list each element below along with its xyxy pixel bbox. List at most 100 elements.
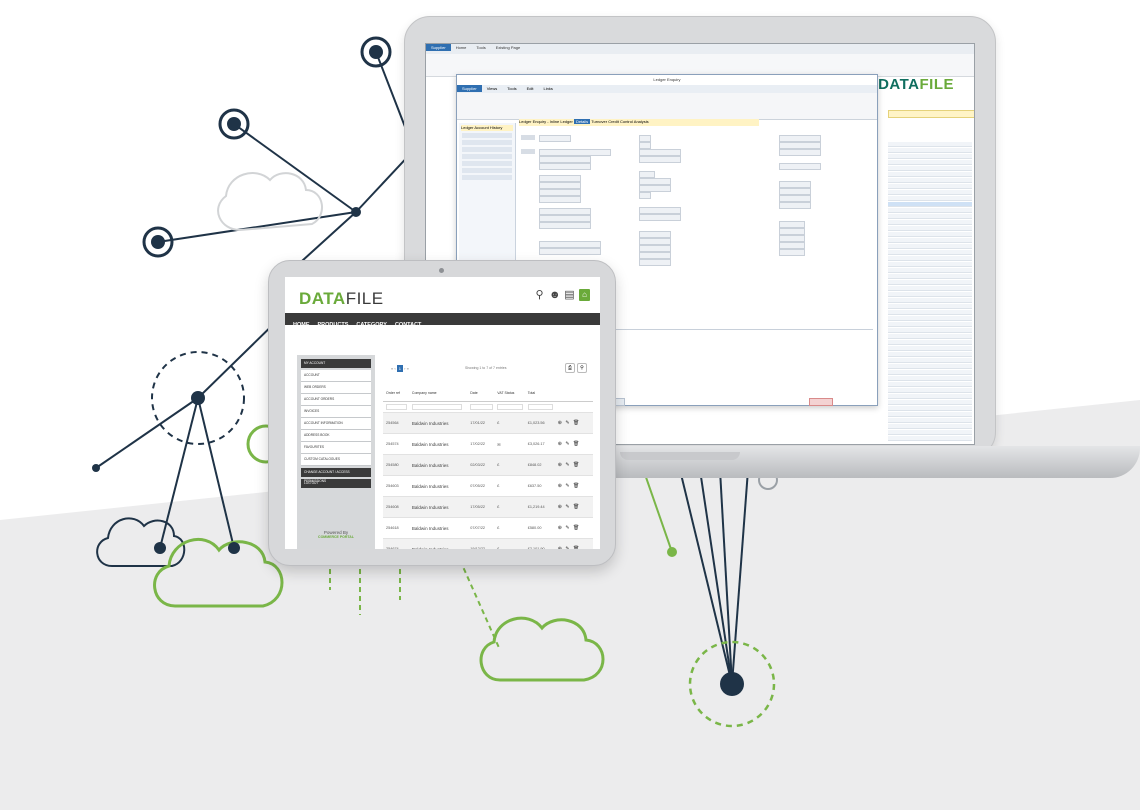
list-item[interactable] bbox=[888, 292, 972, 297]
history-item[interactable] bbox=[462, 147, 512, 152]
nav-home[interactable]: HOME bbox=[285, 319, 310, 331]
list-item[interactable] bbox=[888, 244, 972, 249]
list-item[interactable] bbox=[888, 424, 972, 429]
credit-terms-field[interactable] bbox=[639, 171, 655, 178]
sidebar-item-account-information[interactable]: ACCOUNT INFORMATION bbox=[301, 418, 371, 430]
nav-products[interactable]: PRODUCTS bbox=[310, 319, 349, 331]
list-item[interactable] bbox=[888, 328, 972, 333]
list-item[interactable] bbox=[888, 298, 972, 303]
menu-tab-tools[interactable]: Tools bbox=[471, 44, 490, 51]
list-item[interactable] bbox=[888, 256, 972, 261]
row-actions[interactable]: ⊕ ✎ 🗑 bbox=[554, 538, 593, 549]
address-field[interactable] bbox=[539, 163, 591, 170]
list-item[interactable] bbox=[888, 352, 972, 357]
list-item[interactable] bbox=[888, 406, 972, 411]
sidebar-item-log-out[interactable]: LOG OUT bbox=[301, 479, 371, 488]
last-payment-field[interactable] bbox=[639, 245, 671, 252]
list-item[interactable] bbox=[888, 232, 972, 237]
nav-contact[interactable]: CONTACT bbox=[387, 319, 421, 331]
list-item[interactable] bbox=[888, 142, 972, 147]
list-item[interactable] bbox=[888, 412, 972, 417]
sidebar-item-account[interactable]: ACCOUNT bbox=[301, 370, 371, 382]
orders-field[interactable] bbox=[779, 135, 821, 142]
last-order-time-field[interactable] bbox=[779, 202, 811, 209]
last-statement-field[interactable] bbox=[639, 259, 671, 266]
list-item[interactable] bbox=[888, 358, 972, 363]
list-item[interactable] bbox=[888, 220, 972, 225]
print-icon[interactable]: ⎙ bbox=[565, 363, 575, 373]
history-item[interactable] bbox=[462, 168, 512, 173]
address-field[interactable] bbox=[539, 156, 591, 163]
county-field[interactable] bbox=[539, 182, 581, 189]
nav-category[interactable]: CATEGORY bbox=[348, 319, 387, 331]
contact-field[interactable] bbox=[539, 248, 601, 255]
list-item[interactable] bbox=[888, 310, 972, 315]
list-item[interactable] bbox=[888, 274, 972, 279]
orders-field[interactable] bbox=[779, 149, 821, 156]
list-item[interactable] bbox=[888, 370, 972, 375]
last-order-value-field[interactable] bbox=[779, 188, 811, 195]
history-item[interactable] bbox=[462, 161, 512, 166]
vat-reg-field[interactable] bbox=[639, 156, 681, 163]
datafile-logo[interactable]: DATAFILE bbox=[299, 289, 384, 309]
window-tab-supplier[interactable]: Supplier bbox=[457, 85, 482, 92]
credit-limit-field[interactable] bbox=[639, 178, 671, 185]
list-item[interactable] bbox=[888, 196, 972, 201]
quotes-field[interactable] bbox=[779, 163, 821, 170]
row-actions[interactable]: ⊕ ✎ 🗑 bbox=[554, 412, 593, 434]
filter-input[interactable] bbox=[411, 404, 462, 410]
search-icon[interactable]: ⚲ bbox=[534, 289, 545, 301]
sidebar-item-favourites[interactable]: FAVOURITES bbox=[301, 442, 371, 454]
user-icon[interactable]: ☻ bbox=[549, 289, 561, 301]
fax-field[interactable] bbox=[539, 215, 591, 222]
sidebar-item-invoices[interactable]: INVOICES bbox=[301, 406, 371, 418]
list-item[interactable] bbox=[888, 304, 972, 309]
col-company-name[interactable]: Company name bbox=[408, 385, 468, 402]
window-tab-links[interactable]: Links bbox=[539, 85, 558, 92]
list-item[interactable] bbox=[888, 316, 972, 321]
list-item[interactable] bbox=[888, 322, 972, 327]
col-total[interactable]: Total bbox=[524, 385, 555, 402]
window-tab-views[interactable]: Views bbox=[482, 85, 503, 92]
pager-next[interactable]: › » bbox=[404, 366, 409, 371]
table-row[interactable]: 254618 Baldwin Industries 07/07/22 £ £58… bbox=[383, 517, 593, 539]
list-item[interactable] bbox=[888, 214, 972, 219]
history-item[interactable] bbox=[462, 154, 512, 159]
row-actions[interactable]: ⊕ ✎ 🗑 bbox=[554, 517, 593, 539]
list-item[interactable] bbox=[888, 208, 972, 213]
menu-tab-home[interactable]: Home bbox=[451, 44, 472, 51]
tel-field[interactable] bbox=[539, 208, 591, 215]
stock-field[interactable] bbox=[639, 135, 651, 142]
last-updated-field[interactable] bbox=[779, 242, 805, 249]
list-item[interactable] bbox=[888, 184, 972, 189]
list-item[interactable] bbox=[888, 418, 972, 423]
sidebar-item-account-orders[interactable]: ACCOUNT ORDERS bbox=[301, 394, 371, 406]
sidebar-item-change-account[interactable]: CHANGE ACCOUNT / ACCESS PERMISSIONS bbox=[301, 468, 371, 483]
row-actions[interactable]: ⊕ ✎ 🗑 bbox=[554, 496, 593, 518]
list-item[interactable] bbox=[888, 430, 972, 435]
list-item[interactable] bbox=[888, 166, 972, 171]
pager-prev[interactable]: « ‹ bbox=[391, 366, 396, 371]
last-updated-field[interactable] bbox=[779, 235, 805, 242]
web-field[interactable] bbox=[539, 222, 591, 229]
last-order-number-field[interactable] bbox=[779, 181, 811, 188]
col-date[interactable]: Date bbox=[467, 385, 495, 402]
list-item[interactable] bbox=[888, 388, 972, 393]
on-stop-field[interactable] bbox=[639, 192, 651, 199]
filter-input[interactable] bbox=[470, 404, 493, 410]
col-vat-status[interactable]: VAT Status bbox=[494, 385, 525, 402]
list-item[interactable] bbox=[888, 190, 972, 195]
list-item[interactable] bbox=[888, 178, 972, 183]
list-item[interactable] bbox=[888, 226, 972, 231]
table-row[interactable]: 254608 Baldwin Industries 17/05/22 £ £1,… bbox=[383, 496, 593, 518]
last-updated-field[interactable] bbox=[779, 249, 805, 256]
list-item[interactable] bbox=[888, 172, 972, 177]
list-item[interactable] bbox=[888, 364, 972, 369]
cart-icon[interactable]: ⌂ bbox=[579, 289, 590, 301]
menu-tab-existing-page[interactable]: Existing Page bbox=[491, 44, 525, 51]
list-item[interactable] bbox=[888, 280, 972, 285]
col-order-ref[interactable]: Order ref bbox=[383, 385, 409, 402]
table-row[interactable]: 254580 Baldwin Industries 02/03/22 £ £84… bbox=[383, 454, 593, 476]
list-item[interactable] bbox=[888, 154, 972, 159]
list-item[interactable] bbox=[888, 334, 972, 339]
